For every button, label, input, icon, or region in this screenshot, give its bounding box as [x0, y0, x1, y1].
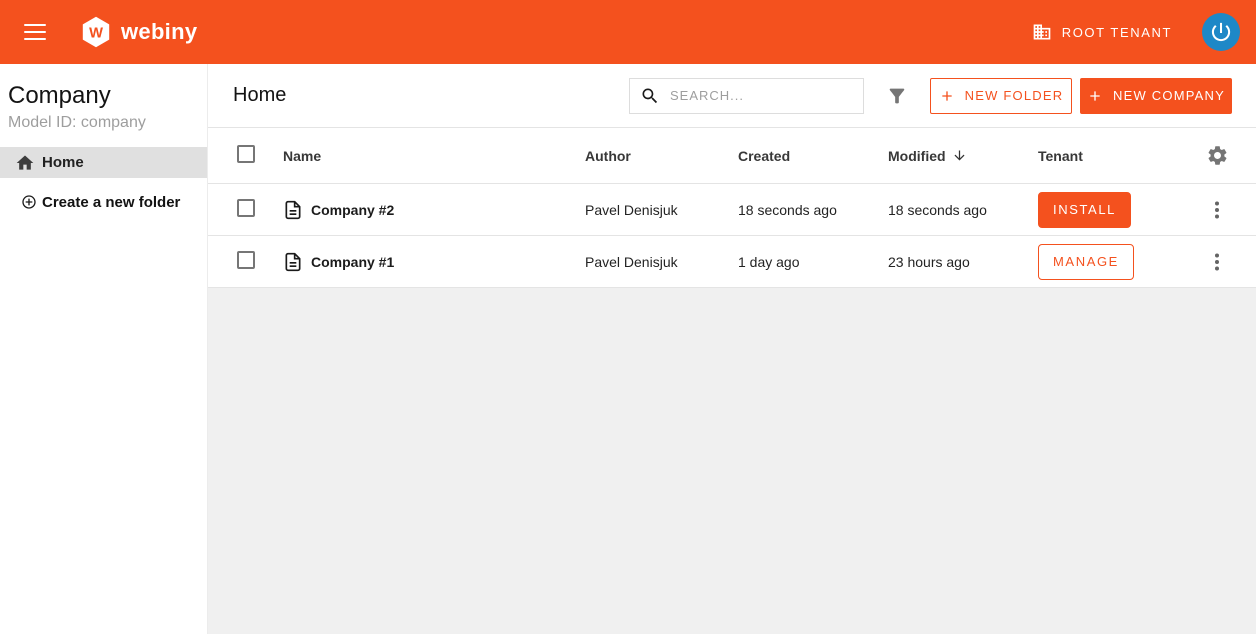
building-icon	[1032, 22, 1052, 42]
entry-name[interactable]: Company #2	[311, 202, 394, 218]
search-box	[629, 78, 864, 114]
column-header-modified[interactable]: Modified	[888, 148, 1038, 164]
webiny-logo[interactable]: W webiny	[80, 16, 197, 48]
tenant-label: ROOT TENANT	[1062, 25, 1172, 40]
kebab-menu-icon[interactable]	[1211, 249, 1223, 275]
page-title: Home	[233, 84, 286, 107]
entry-created: 18 seconds ago	[738, 202, 888, 218]
entry-created: 1 day ago	[738, 254, 888, 270]
sort-descending-icon	[952, 148, 967, 163]
table-header: Name Author Created Modified Tenant	[208, 128, 1256, 184]
create-folder-label: Create a new folder	[42, 194, 180, 211]
add-circle-icon	[21, 194, 37, 210]
plus-icon	[1087, 88, 1103, 104]
entry-author: Pavel Denisjuk	[585, 254, 738, 270]
model-title: Company	[0, 64, 207, 110]
menu-icon[interactable]	[24, 24, 46, 40]
entry-modified: 23 hours ago	[888, 254, 1038, 270]
table-row[interactable]: Company #2 Pavel Denisjuk 18 seconds ago…	[208, 184, 1256, 236]
column-header-name[interactable]: Name	[283, 148, 585, 164]
content-header: Home NEW FOLDER NEW COMPANY	[208, 64, 1256, 128]
document-icon	[283, 251, 303, 273]
row-checkbox[interactable]	[237, 251, 255, 269]
new-folder-button[interactable]: NEW FOLDER	[930, 78, 1072, 114]
sidebar-item-home[interactable]: Home	[0, 147, 207, 178]
sidebar-item-label: Home	[42, 154, 84, 171]
column-header-created[interactable]: Created	[738, 148, 888, 164]
tenant-manage-button[interactable]: MANAGE	[1038, 244, 1134, 280]
model-id-label: Model ID: company	[0, 110, 207, 132]
svg-text:W: W	[89, 26, 103, 42]
user-avatar[interactable]	[1202, 13, 1240, 51]
new-company-button[interactable]: NEW COMPANY	[1080, 78, 1232, 114]
plus-icon	[939, 88, 955, 104]
search-icon	[640, 86, 660, 106]
column-header-author[interactable]: Author	[585, 148, 738, 164]
empty-content-area	[208, 288, 1256, 634]
brand-name: webiny	[121, 19, 197, 45]
tenant-install-button[interactable]: INSTALL	[1038, 192, 1131, 228]
document-icon	[283, 199, 303, 221]
select-all-checkbox[interactable]	[237, 145, 255, 163]
column-header-tenant[interactable]: Tenant	[1038, 148, 1198, 164]
entry-name[interactable]: Company #1	[311, 254, 394, 270]
search-input[interactable]	[670, 88, 853, 103]
kebab-menu-icon[interactable]	[1211, 197, 1223, 223]
home-icon	[15, 153, 35, 173]
filter-icon[interactable]	[885, 84, 909, 108]
table-settings-icon[interactable]	[1206, 144, 1229, 167]
entry-modified: 18 seconds ago	[888, 202, 1038, 218]
main-content: Home NEW FOLDER NEW COMPANY Na	[208, 64, 1256, 634]
create-folder-button[interactable]: Create a new folder	[0, 187, 207, 217]
entry-author: Pavel Denisjuk	[585, 202, 738, 218]
sidebar: Company Model ID: company Home Create a …	[0, 64, 208, 634]
webiny-hexagon-icon: W	[80, 16, 112, 48]
table-row[interactable]: Company #1 Pavel Denisjuk 1 day ago 23 h…	[208, 236, 1256, 288]
top-app-bar: W webiny ROOT TENANT	[0, 0, 1256, 64]
tenant-selector[interactable]: ROOT TENANT	[1032, 22, 1172, 42]
row-checkbox[interactable]	[237, 199, 255, 217]
